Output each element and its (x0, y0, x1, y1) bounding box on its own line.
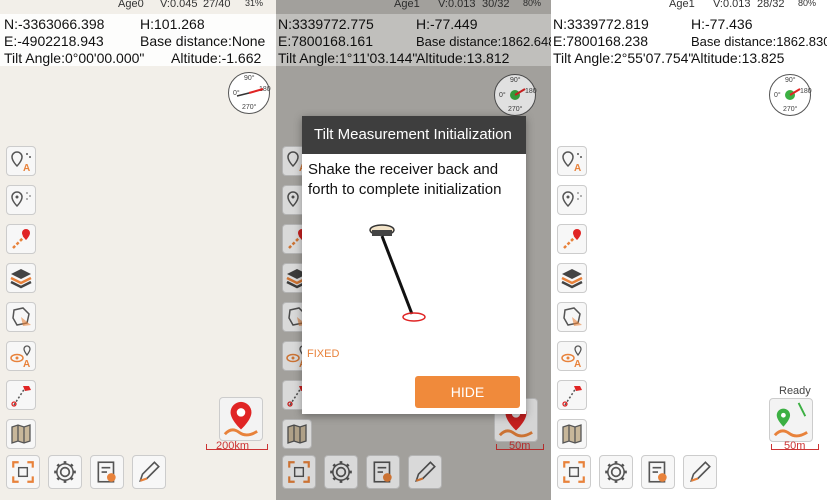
layers-button[interactable] (557, 263, 587, 293)
precision-label: V:0.045 (160, 0, 198, 10)
area-button[interactable] (557, 302, 587, 332)
eye-point-icon (560, 344, 584, 368)
screen-panel-3: Age1 V:0.013 28/32 80% N:3339772.819 H:-… (551, 0, 827, 500)
left-toolbar (6, 146, 38, 458)
area-button[interactable] (6, 302, 36, 332)
gear-icon (603, 459, 629, 485)
battery-level: 31% (245, 0, 264, 8)
fix-status: FIXED (307, 348, 340, 360)
fullscreen-button[interactable] (6, 455, 40, 489)
point-survey-icon (560, 149, 584, 173)
bottom-toolbar (6, 455, 166, 489)
compass-needle-icon (236, 88, 264, 97)
draw-button[interactable] (132, 455, 166, 489)
stakeout-button[interactable] (557, 224, 587, 254)
survey-point-button[interactable] (219, 397, 263, 441)
tilt-survey-button[interactable] (557, 380, 587, 410)
area-icon (9, 305, 33, 329)
age-label: Age1 (669, 0, 695, 10)
tilt-angle-value: Tilt Angle:0°00'00.000" (4, 50, 145, 66)
base-distance-value: Base distance:None (140, 33, 266, 49)
tilt-pole-icon (9, 383, 33, 407)
compass-needle-icon (785, 88, 801, 100)
status-bar: Age1 V:0.013 28/32 80% (551, 0, 827, 14)
point-list-icon (560, 188, 584, 212)
hide-button[interactable]: HIDE (415, 376, 520, 408)
compass-widget[interactable]: 90° 180 0° 270° (228, 72, 271, 114)
coordinate-panel: N:-3363066.398 H:101.268 E:-4902218.943 … (0, 14, 276, 66)
fullscreen-icon (10, 459, 36, 485)
layers-icon (560, 266, 584, 290)
edit-list-button[interactable] (641, 455, 675, 489)
area-icon (560, 305, 584, 329)
ready-status: Ready (779, 385, 811, 397)
edit-list-icon (94, 459, 120, 485)
map-icon (9, 422, 33, 446)
point-list-button[interactable] (6, 185, 36, 215)
point-list-button[interactable] (557, 185, 587, 215)
map-button[interactable] (557, 419, 587, 449)
point-survey-button[interactable] (557, 146, 587, 176)
precision-label: V:0.013 (713, 0, 751, 10)
survey-pin-icon (222, 400, 260, 438)
eye-point-icon (9, 344, 33, 368)
point-survey-button[interactable] (6, 146, 36, 176)
screen-panel-1: Age0 V:0.045 27/40 31% N:-3363066.398 H:… (0, 0, 276, 500)
survey-pin-green-icon (772, 401, 810, 439)
tilt-init-dialog: Tilt Measurement Initialization Shake th… (302, 116, 526, 414)
receiver-pole-icon (369, 224, 426, 322)
easting-value: E:-4902218.943 (4, 33, 104, 49)
edit-list-button[interactable] (90, 455, 124, 489)
altitude-value: Altitude:-1.662 (171, 50, 262, 66)
settings-button[interactable] (48, 455, 82, 489)
fullscreen-button[interactable] (557, 455, 591, 489)
base-distance-value: Base distance:1862.830 (691, 34, 827, 49)
scale-label: 200km (216, 440, 250, 452)
stakeout-button[interactable] (6, 224, 36, 254)
altitude-value: Altitude:13.825 (691, 50, 785, 66)
pencil-icon (136, 459, 162, 485)
dialog-title: Tilt Measurement Initialization (302, 116, 526, 154)
pencil-icon (687, 459, 713, 485)
bottom-toolbar (557, 455, 717, 489)
northing-value: N:3339772.819 (553, 16, 649, 32)
map-button[interactable] (6, 419, 36, 449)
status-bar: Age0 V:0.045 27/40 31% (0, 0, 276, 14)
view-point-button[interactable] (557, 341, 587, 371)
point-list-icon (9, 188, 33, 212)
easting-value: E:7800168.238 (553, 33, 648, 49)
northing-value: N:-3363066.398 (4, 16, 105, 32)
tilt-angle-value: Tilt Angle:2°55'07.754" (553, 50, 694, 66)
height-value: H:-77.436 (691, 16, 753, 32)
survey-point-button[interactable] (769, 398, 813, 442)
satellite-count: 27/40 (203, 0, 231, 10)
battery-level: 80% (798, 0, 817, 8)
gear-icon (52, 459, 78, 485)
tilt-survey-button[interactable] (6, 380, 36, 410)
settings-button[interactable] (599, 455, 633, 489)
point-survey-icon (9, 149, 33, 173)
dialog-message: Shake the receiver back and forth to com… (308, 161, 502, 198)
coordinate-panel: N:3339772.819 H:-77.436 E:7800168.238 Ba… (551, 14, 827, 66)
view-point-button[interactable] (6, 341, 36, 371)
height-value: H:101.268 (140, 16, 205, 32)
stakeout-icon (9, 227, 33, 251)
left-toolbar (557, 146, 589, 458)
edit-list-icon (645, 459, 671, 485)
layers-button[interactable] (6, 263, 36, 293)
satellite-count: 28/32 (757, 0, 785, 10)
scale-label: 50m (784, 440, 806, 452)
compass-widget[interactable]: 90° 180 0° 270° (769, 74, 812, 116)
draw-button[interactable] (683, 455, 717, 489)
age-label: Age0 (118, 0, 144, 10)
layers-icon (9, 266, 33, 290)
map-icon (560, 422, 584, 446)
fullscreen-icon (561, 459, 587, 485)
tilt-pole-icon (560, 383, 584, 407)
stakeout-icon (560, 227, 584, 251)
